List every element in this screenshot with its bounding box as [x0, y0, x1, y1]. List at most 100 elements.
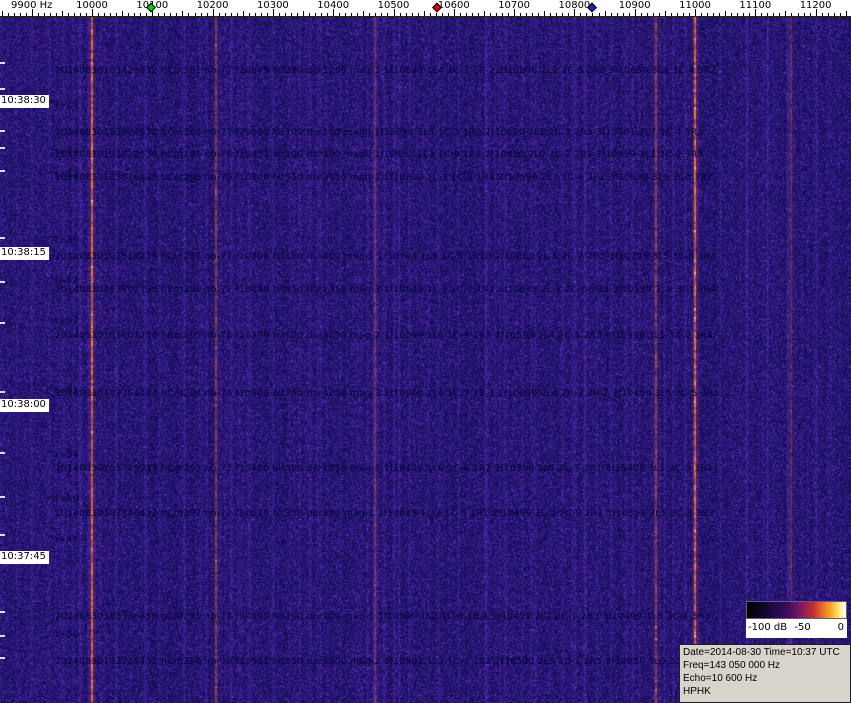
ruler-tick — [670, 13, 672, 16]
ruler-tick — [116, 13, 118, 16]
ruler-tick — [266, 13, 268, 16]
ruler-tick — [128, 13, 130, 16]
ruler-tick — [520, 13, 522, 16]
ruler-tick — [489, 13, 491, 16]
ruler-tick — [502, 13, 504, 16]
ruler-tick — [791, 13, 793, 16]
info-frequency: Freq=143 050 000 Hz — [683, 660, 781, 671]
ruler-tick — [821, 13, 823, 16]
ruler-tick — [749, 13, 751, 16]
ruler-tick — [164, 13, 166, 16]
ruler-tick — [562, 13, 564, 16]
ruler-tick — [19, 13, 21, 16]
ruler-tick — [369, 13, 371, 16]
ruler-tick — [701, 13, 703, 16]
ruler-tick — [664, 11, 666, 16]
ruler-tick — [61, 11, 63, 16]
ruler-tick — [417, 13, 419, 16]
info-echo-frequency: Echo=10 600 Hz — [683, 673, 758, 684]
ruler-tick — [284, 13, 286, 16]
ruler-tick — [79, 13, 81, 16]
ruler-tick — [7, 13, 9, 16]
ruler-tick — [707, 13, 709, 16]
ruler-tick — [140, 13, 142, 16]
ruler-freq-label: 10700 — [498, 0, 530, 11]
meteor-event-text: 20140830103736836 hCnt291 nb-78 f10599 h… — [55, 612, 711, 622]
ruler-tick — [508, 13, 510, 16]
meteor-event-text: 20140830103754432 hCnt294 nb-76 f10900 h… — [55, 389, 720, 399]
waterfall-overlay: 20140830103829932 hCnt301 nb-77 f10649 h… — [0, 0, 851, 703]
ruler-tick — [640, 13, 642, 16]
db-gradient-bar — [746, 601, 847, 619]
ruler-tick — [13, 13, 15, 16]
ruler-tick — [194, 13, 196, 16]
ruler-tick — [1, 11, 3, 16]
ruler-tick — [688, 13, 690, 16]
ruler-tick — [471, 13, 473, 16]
ruler-freq-label: 10800 — [558, 0, 591, 11]
ruler-tick — [785, 11, 787, 16]
relative-time-marker: ^t+12 — [47, 276, 79, 286]
meteor-echo-spectrogram-app: 9900 Hz100001010010200103001040010500106… — [0, 0, 851, 703]
ruler-freq-label: 11100 — [739, 0, 772, 11]
time-tick — [0, 391, 5, 393]
ruler-tick — [25, 13, 27, 16]
ruler-tick — [447, 13, 449, 16]
info-date-time: Date=2014-08-30 Time=10:37 UTC — [683, 647, 840, 658]
ruler-tick — [676, 13, 678, 16]
time-tick — [0, 170, 5, 172]
relative-time-marker: ^t+54 — [47, 450, 79, 460]
ruler-tick — [37, 13, 39, 16]
time-axis-label: 10:37:45 — [0, 551, 49, 564]
ruler-freq-label: 10500 — [377, 0, 410, 11]
ruler-tick — [767, 13, 769, 16]
ruler-tick — [580, 13, 582, 16]
ruler-tick — [399, 13, 401, 16]
meteor-event-text: 20140830103749932 hCnt293 nb-77 f10400 h… — [55, 464, 720, 474]
ruler-tick — [224, 13, 226, 16]
frequency-ruler[interactable]: 9900 Hz100001010010200103001040010500106… — [0, 0, 851, 17]
ruler-tick — [483, 11, 485, 16]
ruler-tick — [188, 13, 190, 16]
ruler-tick — [236, 13, 238, 16]
ruler-tick — [55, 13, 57, 16]
ruler-tick — [297, 13, 299, 16]
time-tick — [0, 237, 5, 239]
ruler-tick — [568, 13, 570, 16]
ruler-tick — [477, 13, 479, 16]
ruler-tick — [550, 13, 552, 16]
ruler-tick — [526, 13, 528, 16]
ruler-tick — [610, 13, 612, 16]
ruler-tick — [49, 13, 51, 16]
ruler-freq-label: 11000 — [679, 0, 711, 11]
ruler-tick — [278, 13, 280, 16]
ruler-tick — [363, 11, 365, 16]
meteor-event-text: 20140830103729432 hCnt290 nb-78 f10901 h… — [55, 657, 714, 667]
ruler-tick — [327, 13, 329, 16]
ruler-tick — [622, 13, 624, 16]
ruler-freq-label: 10600 — [437, 0, 470, 11]
ruler-tick — [134, 13, 136, 16]
time-tick — [0, 147, 5, 149]
ruler-tick — [628, 13, 630, 16]
ruler-tick — [303, 11, 305, 16]
relative-time-marker: ^t+24 — [47, 147, 79, 157]
ruler-tick — [387, 13, 389, 16]
ruler-tick — [381, 13, 383, 16]
ruler-tick — [260, 13, 262, 16]
ruler-tick — [737, 13, 739, 16]
ruler-tick — [803, 13, 805, 16]
ruler-freq-label: 11200 — [799, 0, 832, 11]
ruler-tick — [725, 11, 727, 16]
info-station-id: HPHK — [683, 686, 711, 697]
ruler-tick — [158, 13, 160, 16]
ruler-tick — [459, 13, 461, 16]
ruler-tick — [321, 13, 323, 16]
relative-time-marker: ^t+16 — [47, 235, 79, 245]
ruler-tick — [435, 13, 437, 16]
ruler-tick — [797, 13, 799, 16]
ruler-tick — [218, 13, 220, 16]
ruler-tick — [761, 13, 763, 16]
time-tick — [0, 130, 5, 132]
ruler-tick — [544, 11, 546, 16]
